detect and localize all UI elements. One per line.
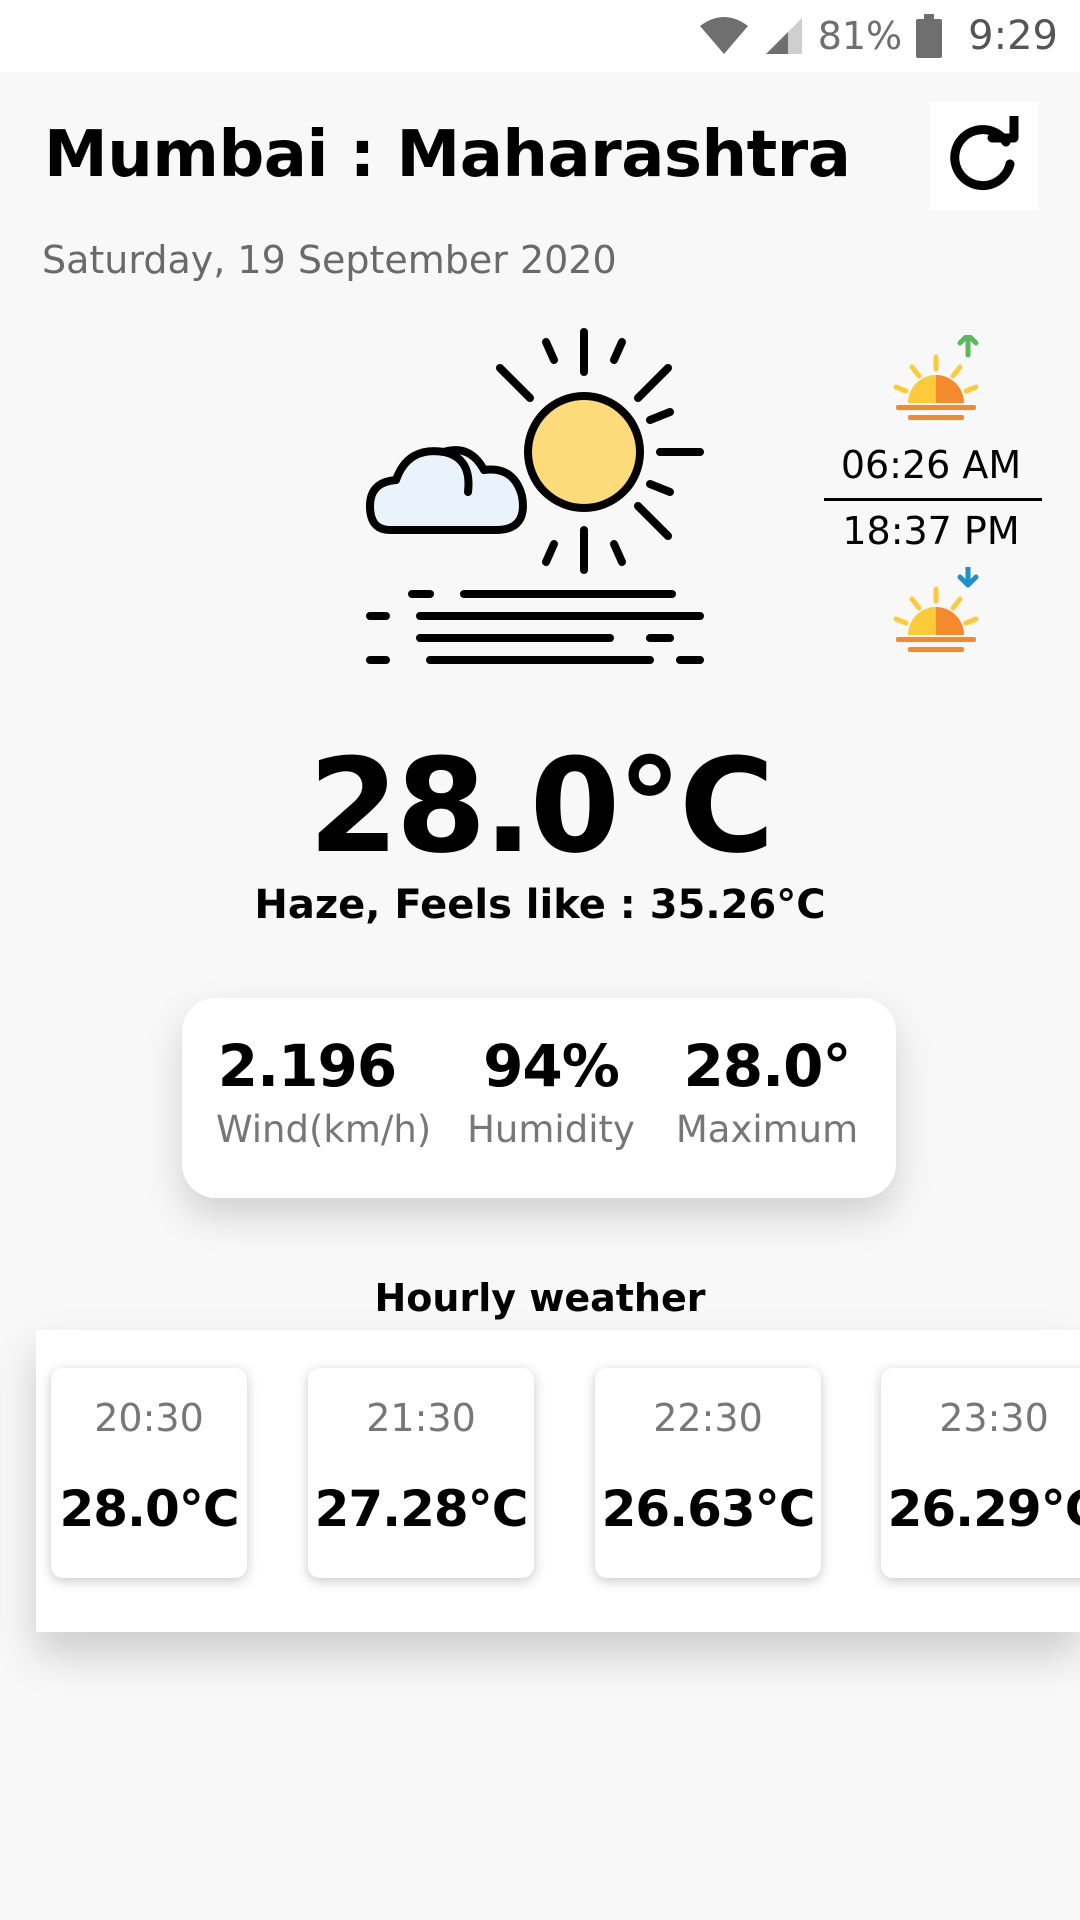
refresh-button[interactable] [930, 102, 1038, 210]
hourly-item[interactable]: 20:30 28.0°C [51, 1368, 247, 1578]
status-bar: 81% 9:29 [0, 0, 1080, 72]
maximum-value: 28.0° [683, 1032, 851, 1100]
stat-humidity: 94% Humidity [462, 1032, 640, 1151]
hourly-temp: 26.29°C [887, 1480, 1080, 1538]
status-icons: 81% 9:29 [698, 0, 1058, 72]
hourly-title: Hourly weather [374, 1276, 706, 1320]
stats-card: 2.196 Wind(km/h) 94% Humidity 28.0° Maxi… [182, 998, 896, 1198]
sunset-icon [893, 567, 979, 652]
clock: 9:29 [968, 13, 1058, 59]
sun-cloud-haze-icon [366, 328, 704, 664]
stat-wind: 2.196 Wind(km/h) [216, 1032, 432, 1151]
hourly-item[interactable]: 21:30 27.28°C [308, 1368, 534, 1578]
battery-icon [916, 14, 943, 58]
humidity-value: 94% [483, 1032, 620, 1100]
hourly-time: 22:30 [653, 1396, 763, 1440]
hourly-time: 20:30 [94, 1396, 204, 1440]
date-text: Saturday, 19 September 2020 [42, 238, 617, 282]
hourly-list[interactable]: 20:30 28.0°C 21:30 27.28°C 22:30 26.63°C… [36, 1330, 1080, 1632]
cell-signal-icon [764, 16, 804, 56]
sunrise-icon [893, 335, 979, 420]
current-temperature: 28.0°C [308, 730, 774, 882]
sun-divider [824, 498, 1042, 501]
wind-value: 2.196 [217, 1032, 397, 1100]
wind-label: Wind(km/h) [216, 1108, 432, 1151]
condition-feels-like: Haze, Feels like : 35.26°C [254, 882, 826, 928]
sunset-time: 18:37 PM [842, 509, 1020, 553]
stat-maximum: 28.0° Maximum [666, 1032, 868, 1151]
humidity-label: Humidity [467, 1108, 635, 1151]
refresh-icon [950, 116, 1019, 191]
wifi-icon [698, 16, 750, 56]
location-title: Mumbai : Maharashtra [44, 118, 851, 192]
hourly-item[interactable]: 23:30 26.29°C [881, 1368, 1080, 1578]
hourly-time: 21:30 [366, 1396, 476, 1440]
maximum-label: Maximum [675, 1108, 859, 1151]
battery-percent: 81% [817, 14, 903, 58]
hourly-item[interactable]: 22:30 26.63°C [595, 1368, 821, 1578]
hourly-temp: 27.28°C [314, 1480, 529, 1538]
hourly-time: 23:30 [939, 1396, 1049, 1440]
hourly-temp: 26.63°C [601, 1480, 816, 1538]
sunrise-time: 06:26 AM [840, 443, 1022, 487]
hourly-temp: 28.0°C [59, 1480, 239, 1538]
